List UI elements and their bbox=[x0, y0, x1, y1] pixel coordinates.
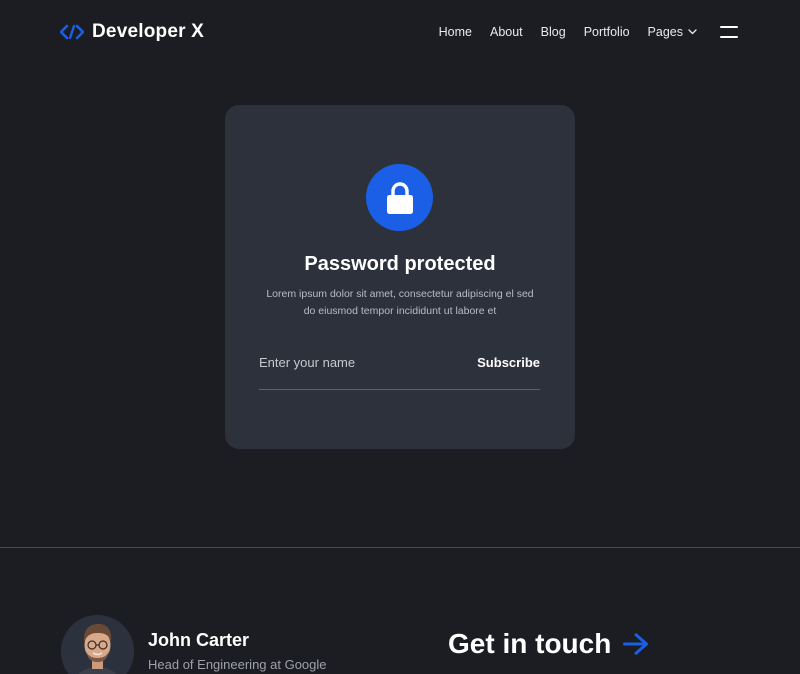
get-in-touch-label: Get in touch bbox=[448, 628, 612, 659]
subscribe-button[interactable]: Subscribe bbox=[477, 355, 540, 370]
password-form: Subscribe bbox=[259, 348, 540, 390]
nav-item-blog[interactable]: Blog bbox=[541, 25, 566, 39]
nav-item-portfolio[interactable]: Portfolio bbox=[584, 25, 630, 39]
name-input[interactable] bbox=[259, 348, 439, 377]
site-header: Developer X Home About Blog Portfolio Pa… bbox=[0, 0, 800, 64]
page: Developer X Home About Blog Portfolio Pa… bbox=[0, 0, 800, 674]
author-name: John Carter bbox=[148, 630, 250, 650]
card-title: Password protected bbox=[304, 253, 496, 275]
menu-line bbox=[720, 36, 738, 38]
nav-item-pages-label: Pages bbox=[647, 25, 683, 39]
brand-name: Developer X bbox=[92, 21, 205, 42]
author-portrait-image bbox=[61, 615, 134, 674]
main-nav: Home About Blog Portfolio Pages bbox=[439, 25, 738, 39]
hamburger-menu-icon[interactable] bbox=[720, 26, 738, 38]
lock-icon bbox=[386, 181, 413, 214]
chevron-down-icon bbox=[688, 29, 697, 35]
code-brackets-icon bbox=[60, 24, 84, 40]
section-divider bbox=[0, 547, 800, 548]
password-protected-card: Password protected Lorem ipsum dolor sit… bbox=[225, 105, 575, 449]
author-role: Head of Engineering at Google bbox=[148, 657, 327, 672]
nav-item-about[interactable]: About bbox=[490, 25, 523, 39]
brand-logo-link[interactable]: Developer X bbox=[60, 21, 204, 43]
nav-item-home[interactable]: Home bbox=[439, 25, 472, 39]
arrow-right-icon bbox=[623, 633, 649, 655]
menu-line bbox=[720, 26, 738, 28]
nav-item-pages-dropdown[interactable]: Pages bbox=[648, 25, 697, 39]
lock-badge bbox=[366, 164, 433, 231]
avatar bbox=[61, 615, 134, 674]
card-description: Lorem ipsum dolor sit amet, consectetur … bbox=[266, 288, 534, 317]
get-in-touch-link[interactable]: Get in touch bbox=[448, 628, 649, 660]
